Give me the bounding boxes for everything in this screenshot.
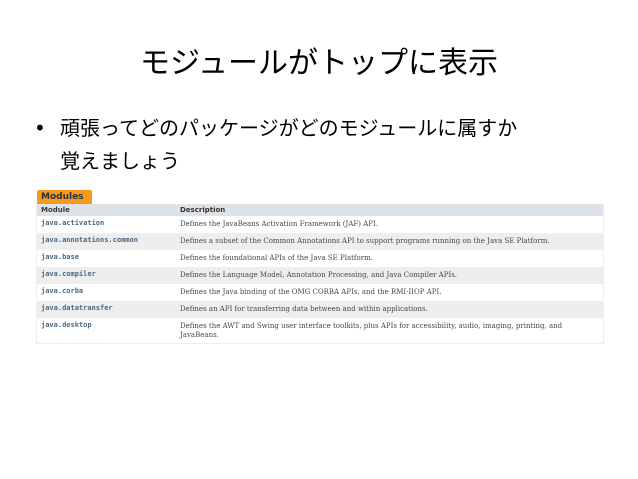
module-description: Defines the AWT and Swing user interface…: [180, 322, 563, 339]
bullet-line-1: 頑張ってどのパッケージがどのモジュールに属すか: [60, 116, 518, 140]
module-link[interactable]: java.annotations.common: [37, 233, 177, 250]
bullet-line-2: 覚えましょう: [60, 149, 180, 173]
header-description: Description: [180, 206, 226, 214]
table-row: java.activation Defines the JavaBeans Ac…: [37, 216, 603, 233]
module-description: Defines an API for transferring data bet…: [180, 305, 428, 313]
table-row: java.annotations.common Defines a subset…: [37, 233, 603, 250]
module-description: Defines the Language Model, Annotation P…: [180, 271, 458, 279]
modules-summary: Modules Module Description java.activati…: [36, 184, 604, 344]
modules-tab: Modules: [37, 190, 92, 204]
table-row: java.base Defines the foundational APIs …: [37, 250, 603, 267]
module-link[interactable]: java.activation: [37, 216, 177, 233]
modules-table-header: Module Description: [37, 204, 603, 216]
module-link[interactable]: java.compiler: [37, 267, 177, 284]
module-link[interactable]: java.datatransfer: [37, 301, 177, 318]
module-link[interactable]: java.corba: [37, 284, 177, 301]
module-description: Defines a subset of the Common Annotatio…: [180, 237, 550, 245]
bullet-text: 頑張ってどのパッケージがどのモジュールに属すか 覚えましょう: [60, 112, 614, 178]
table-row: java.compiler Defines the Language Model…: [37, 267, 603, 284]
table-row: java.corba Defines the Java binding of t…: [37, 284, 603, 301]
table-row: java.desktop Defines the AWT and Swing u…: [37, 318, 603, 343]
header-module: Module: [41, 206, 70, 214]
module-description: Defines the JavaBeans Activation Framewo…: [180, 220, 378, 228]
module-description: Defines the foundational APIs of the Jav…: [180, 254, 373, 262]
bullet-icon: •: [34, 116, 46, 140]
module-link[interactable]: java.base: [37, 250, 177, 267]
modules-table: Module Description java.activation Defin…: [36, 204, 604, 344]
module-description: Defines the Java binding of the OMG CORB…: [180, 288, 442, 296]
slide-title: モジュールがトップに表示: [140, 46, 498, 81]
table-row: java.datatransfer Defines an API for tra…: [37, 301, 603, 318]
module-link[interactable]: java.desktop: [37, 318, 177, 343]
bullet-point: • 頑張ってどのパッケージがどのモジュールに属すか 覚えましょう: [34, 112, 614, 178]
